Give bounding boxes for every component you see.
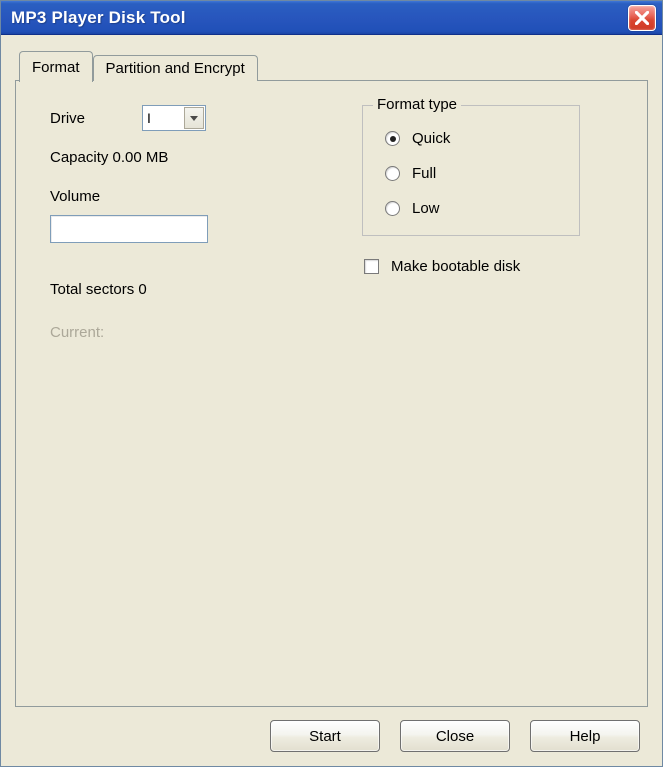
tab-panel-format: Drive I Capacity 0.00 MB Volume: [15, 80, 648, 707]
total-sectors-text: Total sectors 0: [50, 281, 310, 298]
make-bootable-checkbox[interactable]: Make bootable disk: [364, 258, 619, 275]
tab-label: Partition and Encrypt: [106, 60, 245, 77]
drive-select-button[interactable]: [184, 107, 204, 129]
tab-partition-encrypt[interactable]: Partition and Encrypt: [93, 55, 258, 81]
radio-label: Full: [412, 165, 436, 182]
tab-format[interactable]: Format: [19, 51, 93, 82]
drive-row: Drive I: [50, 105, 310, 131]
tab-label: Format: [32, 59, 80, 76]
help-button[interactable]: Help: [530, 720, 640, 752]
volume-input[interactable]: [50, 215, 208, 243]
close-icon: [635, 11, 649, 25]
radio-label: Quick: [412, 130, 450, 147]
chevron-down-icon: [190, 116, 198, 121]
radio-icon: [385, 131, 400, 146]
format-type-legend: Format type: [373, 96, 461, 113]
left-column: Drive I Capacity 0.00 MB Volume: [50, 105, 310, 341]
current-text: Current:: [50, 324, 310, 341]
radio-label: Low: [412, 200, 440, 217]
radio-low[interactable]: Low: [385, 200, 563, 217]
radio-icon: [385, 201, 400, 216]
panel-content: Drive I Capacity 0.00 MB Volume: [50, 105, 619, 341]
window: MP3 Player Disk Tool Format Partition an…: [0, 0, 663, 767]
drive-select-value: I: [143, 110, 155, 126]
radio-icon: [385, 166, 400, 181]
radio-quick[interactable]: Quick: [385, 130, 563, 147]
start-button[interactable]: Start: [270, 720, 380, 752]
drive-label: Drive: [50, 110, 142, 127]
checkbox-label: Make bootable disk: [391, 258, 520, 275]
button-row: Start Close Help: [15, 708, 648, 752]
capacity-text: Capacity 0.00 MB: [50, 149, 310, 166]
drive-select[interactable]: I: [142, 105, 206, 131]
checkbox-icon: [364, 259, 379, 274]
right-column: Format type Quick Full Low: [358, 105, 619, 341]
close-window-button[interactable]: [628, 5, 656, 31]
client-area: Format Partition and Encrypt Drive I: [1, 35, 662, 766]
titlebar: MP3 Player Disk Tool: [1, 1, 662, 35]
window-title: MP3 Player Disk Tool: [11, 8, 186, 28]
tab-strip: Format Partition and Encrypt: [19, 51, 648, 81]
close-button[interactable]: Close: [400, 720, 510, 752]
radio-full[interactable]: Full: [385, 165, 563, 182]
format-type-group: Format type Quick Full Low: [362, 105, 580, 236]
volume-label: Volume: [50, 188, 310, 205]
